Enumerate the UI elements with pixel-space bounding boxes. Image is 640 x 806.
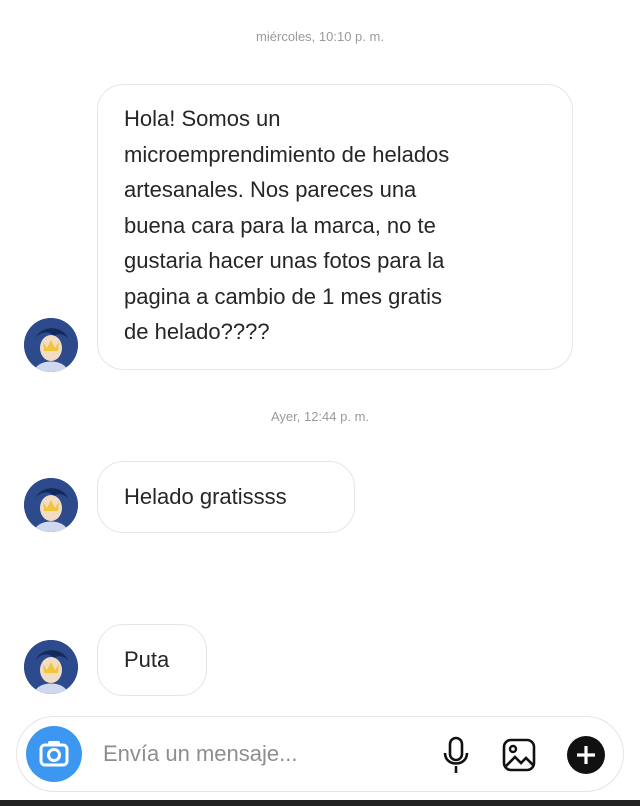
avatar[interactable] bbox=[24, 640, 78, 694]
plus-icon bbox=[567, 736, 605, 774]
message-line: artesanales. Nos pareces una bbox=[124, 177, 417, 202]
message-bubble-2[interactable]: Helado gratissss bbox=[97, 461, 355, 533]
more-button[interactable] bbox=[566, 735, 606, 780]
message-composer[interactable]: Envía un mensaje... bbox=[16, 716, 624, 792]
message-line: gustaria hacer unas fotos para la bbox=[124, 248, 445, 273]
camera-button[interactable] bbox=[26, 726, 82, 782]
camera-icon bbox=[39, 741, 69, 767]
microphone-button[interactable] bbox=[441, 735, 471, 780]
message-line: microemprendimiento de helados bbox=[124, 141, 450, 167]
microphone-icon bbox=[443, 736, 469, 773]
message-input[interactable]: Envía un mensaje... bbox=[103, 741, 297, 767]
message-line: de helado???? bbox=[124, 319, 270, 344]
gallery-button[interactable] bbox=[501, 737, 537, 778]
message-line: Hola! Somos un bbox=[124, 106, 281, 131]
timestamp-1: miércoles, 10:10 p. m. bbox=[256, 29, 384, 44]
message-bubble-3[interactable]: Puta bbox=[97, 624, 207, 696]
message-line: buena cara para la marca, no te bbox=[124, 212, 436, 238]
bottom-edge bbox=[0, 800, 640, 806]
avatar[interactable] bbox=[24, 478, 78, 532]
avatar[interactable] bbox=[24, 318, 78, 372]
timestamp-2: Ayer, 12:44 p. m. bbox=[270, 409, 370, 424]
message-text: Puta bbox=[124, 647, 170, 672]
message-line: pagina a cambio de 1 mes gratis bbox=[124, 283, 442, 309]
image-icon bbox=[502, 738, 536, 772]
message-text: Helado gratissss bbox=[124, 484, 287, 509]
message-bubble-1[interactable]: Hola! Somos un microemprendimiento de he… bbox=[97, 84, 573, 370]
